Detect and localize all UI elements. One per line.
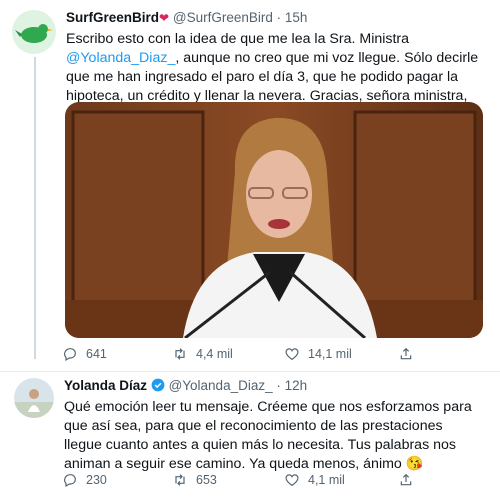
reply-button[interactable]: 641 xyxy=(62,345,107,363)
tweet-2[interactable]: Yolanda Díaz @Yolanda_Diaz_ · 12h Qué em… xyxy=(0,372,500,500)
share-icon xyxy=(400,347,412,360)
share-icon xyxy=(400,473,412,486)
like-button[interactable]: 4,1 mil xyxy=(284,471,345,489)
like-count: 4,1 mil xyxy=(308,473,345,487)
share-button[interactable] xyxy=(398,471,414,489)
timestamp[interactable]: 15h xyxy=(285,10,308,25)
mention-link[interactable]: @Yolanda_Diaz_ xyxy=(66,50,175,66)
separator: · xyxy=(276,10,282,25)
like-count: 14,1 mil xyxy=(308,347,352,361)
avatar-surfgreenbird[interactable] xyxy=(12,10,56,54)
display-name[interactable]: Yolanda Díaz xyxy=(64,378,147,393)
tweet-photo[interactable] xyxy=(65,102,483,338)
reply-button[interactable]: 230 xyxy=(62,471,107,489)
avatar-yolanda-diaz[interactable] xyxy=(14,378,54,418)
reply-icon xyxy=(64,474,76,488)
verified-badge-icon xyxy=(151,378,165,392)
like-icon xyxy=(285,474,299,487)
like-icon xyxy=(285,348,299,361)
tweet-text-start: Escribo esto con la idea de que me lea l… xyxy=(66,31,410,47)
separator: · xyxy=(276,378,281,393)
retweet-icon xyxy=(175,348,185,360)
tweet-actions: 641 4,4 mil 14,1 mil xyxy=(62,345,482,363)
display-name[interactable]: SurfGreenBird xyxy=(66,10,159,25)
tweet-text: Qué emoción leer tu mensaje. Créeme que … xyxy=(64,399,472,472)
share-button[interactable] xyxy=(398,345,414,363)
retweet-count: 653 xyxy=(196,473,217,487)
thread-line xyxy=(34,57,36,359)
reply-icon xyxy=(64,348,76,362)
timestamp[interactable]: 12h xyxy=(285,378,308,393)
reply-count: 230 xyxy=(86,473,107,487)
tweet-actions: 230 653 4,1 mil xyxy=(62,471,482,489)
reply-count: 641 xyxy=(86,347,107,361)
handle[interactable]: @SurfGreenBird xyxy=(173,10,273,25)
retweet-count: 4,4 mil xyxy=(196,347,233,361)
tweet-1[interactable]: SurfGreenBird❤ @SurfGreenBird · 15h Escr… xyxy=(0,0,500,372)
handle[interactable]: @Yolanda_Diaz_ xyxy=(169,378,273,393)
retweet-button[interactable]: 4,4 mil xyxy=(172,345,233,363)
tweet-header: SurfGreenBird❤ @SurfGreenBird · 15h xyxy=(66,10,307,25)
retweet-button[interactable]: 653 xyxy=(172,471,217,489)
retweet-icon xyxy=(175,474,185,486)
heart-emoji: ❤ xyxy=(159,11,170,25)
tweet-header: Yolanda Díaz @Yolanda_Diaz_ · 12h xyxy=(64,378,307,393)
like-button[interactable]: 14,1 mil xyxy=(284,345,352,363)
